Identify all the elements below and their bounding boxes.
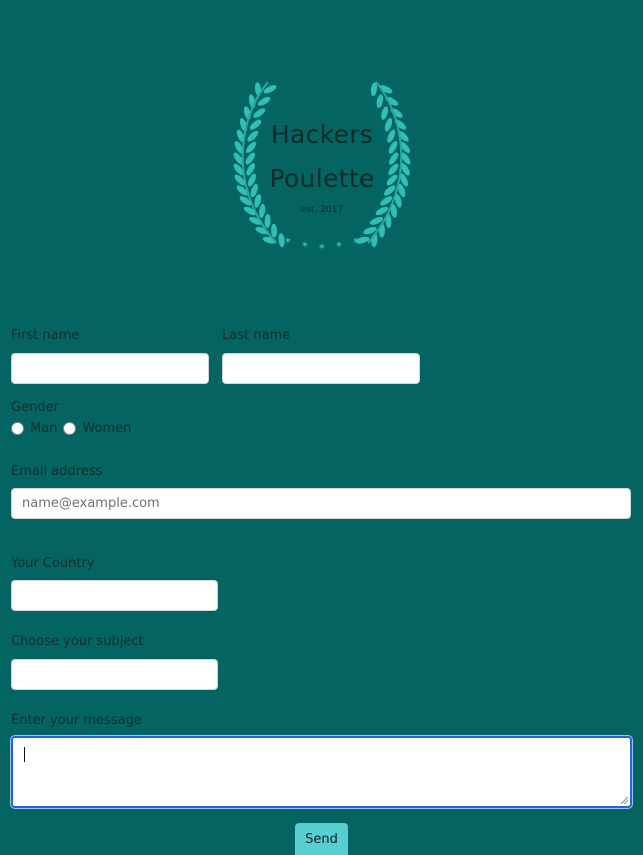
gender-option-man-label: Man	[30, 420, 58, 436]
country-input[interactable]	[11, 580, 218, 611]
last-name-label: Last name	[222, 328, 291, 343]
gender-radio-man[interactable]	[11, 421, 24, 435]
svg-text:✶: ✶	[284, 236, 292, 247]
svg-text:✶: ✶	[318, 242, 326, 253]
message-label: Enter your message	[11, 713, 142, 728]
email-label: Email address	[11, 464, 103, 479]
last-name-input[interactable]	[222, 353, 420, 384]
subject-label: Choose your subject	[11, 634, 144, 649]
gender-option-women-label: Women	[82, 420, 132, 436]
gender-radio-women[interactable]	[63, 421, 77, 435]
resize-handle-icon[interactable]	[620, 796, 628, 804]
svg-text:✶: ✶	[352, 236, 360, 247]
gender-radio-group: Man Women	[11, 420, 137, 436]
country-label: Your Country	[11, 556, 95, 571]
logo-title-line2: Poulette	[269, 164, 375, 193]
hackers-poulette-logo: ✶ ✶ ✶ ✶ ✶ Hackers Poulette est. 2017	[216, 78, 428, 254]
gender-label: Gender	[11, 400, 59, 415]
message-textarea[interactable]	[11, 736, 632, 808]
contact-page: ✶ ✶ ✶ ✶ ✶ Hackers Poulette est. 2017 First n…	[1, 0, 641, 855]
logo-title-line1: Hackers	[270, 120, 374, 149]
text-caret	[24, 747, 25, 762]
email-input[interactable]	[11, 488, 631, 519]
first-name-label: First name	[11, 328, 80, 343]
logo-established: est. 2017	[300, 205, 344, 215]
svg-text:✶: ✶	[335, 240, 343, 251]
svg-text:✶: ✶	[301, 240, 309, 251]
first-name-input[interactable]	[11, 353, 209, 384]
send-button[interactable]: Send	[295, 823, 348, 855]
subject-select[interactable]	[11, 659, 218, 690]
